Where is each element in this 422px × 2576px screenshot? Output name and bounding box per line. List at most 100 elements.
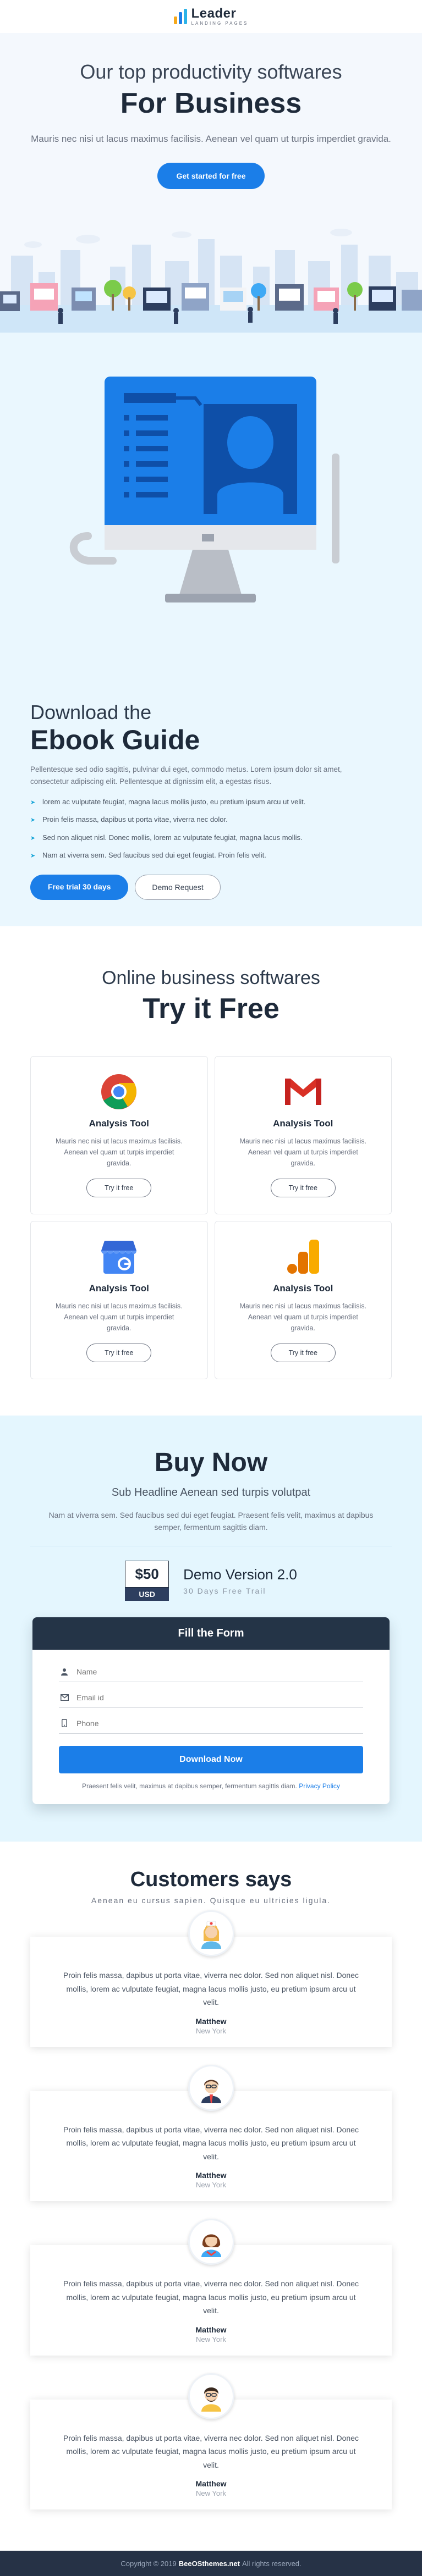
- logo-tagline: LANDING PAGES: [191, 21, 249, 26]
- testimonial-quote: Proin felis massa, dapibus ut porta vita…: [63, 2433, 359, 2469]
- email-field: [59, 1688, 363, 1708]
- buy-title: Buy Now: [154, 1448, 268, 1477]
- buy-section: Buy Now Sub Headline Aenean sed turpis v…: [0, 1416, 422, 1842]
- site-header: Leader LANDING PAGES: [0, 0, 422, 33]
- download-now-button[interactable]: Download Now: [59, 1745, 363, 1773]
- tool-card: Analysis Tool Mauris nec nisi ut lacus m…: [214, 1221, 392, 1379]
- testimonial-quote: Proin felis massa, dapibus ut porta vita…: [63, 2125, 359, 2161]
- email-input[interactable]: [76, 1693, 362, 1702]
- google-analytics-icon: [282, 1236, 324, 1278]
- tools-subtitle: Online business softwares: [102, 968, 320, 988]
- ebook-section: Download the Ebook Guide Pellentesque se…: [0, 333, 422, 926]
- tool-description: Mauris nec nisi ut lacus maximus facilis…: [239, 1137, 367, 1167]
- download-form: Fill the Form Name Email id Phone Downlo…: [32, 1617, 390, 1804]
- woman-avatar-icon: [188, 2219, 234, 2265]
- testimonial-name: Matthew: [195, 2479, 227, 2488]
- tool-card: Analysis Tool Mauris nec nisi ut lacus m…: [30, 1221, 208, 1379]
- office-man-avatar-icon: [188, 2064, 234, 2111]
- tool-title: Analysis Tool: [89, 1118, 149, 1129]
- logo-title: Leader: [191, 6, 237, 21]
- testimonial-location: New York: [196, 2489, 226, 2497]
- tool-description: Mauris nec nisi ut lacus maximus facilis…: [55, 1302, 183, 1332]
- envelope-icon: [60, 1693, 69, 1702]
- try-free-button[interactable]: Try it free: [86, 1179, 152, 1197]
- arrow-bullet-icon: ➤: [30, 852, 36, 859]
- testimonial-card: Proin felis massa, dapibus ut porta vita…: [30, 2219, 392, 2356]
- arrow-bullet-icon: ➤: [30, 834, 36, 842]
- tools-title: Try it Free: [143, 993, 279, 1025]
- form-note: Praesent felis velit, maximus at dapibus…: [82, 1782, 340, 1790]
- tool-description: Mauris nec nisi ut lacus maximus facilis…: [55, 1137, 183, 1167]
- name-input[interactable]: [76, 1667, 362, 1676]
- privacy-policy-link[interactable]: Privacy Policy: [299, 1782, 340, 1790]
- tool-title: Analysis Tool: [273, 1283, 333, 1293]
- testimonial-card: Proin felis massa, dapibus ut porta vita…: [30, 2373, 392, 2509]
- user-icon: [60, 1667, 69, 1676]
- arrow-bullet-icon: ➤: [30, 817, 36, 824]
- footer-site-link[interactable]: BeeOSthemes.net: [179, 2560, 240, 2568]
- gmail-icon: [282, 1071, 324, 1113]
- city-illustration: [0, 229, 422, 333]
- testimonials-title: Customers says: [130, 1868, 292, 1891]
- get-started-button[interactable]: Get started for free: [157, 163, 265, 190]
- form-title: Fill the Form: [32, 1617, 390, 1650]
- testimonial-name: Matthew: [195, 2016, 227, 2026]
- tool-title: Analysis Tool: [89, 1283, 149, 1293]
- price-row: $50 USD Demo Version 2.0 30 Days Free Tr…: [30, 1545, 392, 1601]
- ebook-title: Ebook Guide: [30, 725, 200, 755]
- try-free-button[interactable]: Try it free: [270, 1344, 336, 1362]
- nurse-avatar-icon: [188, 1910, 234, 1956]
- tool-description: Mauris nec nisi ut lacus maximus facilis…: [239, 1302, 367, 1332]
- plan-name: Demo Version 2.0: [183, 1566, 297, 1583]
- hero-title: For Business: [120, 87, 302, 119]
- ebook-bullet-list: ➤ lorem ac vulputate feugiat, magna lacus…: [30, 797, 392, 860]
- phone-icon: [60, 1719, 69, 1728]
- list-item: ➤ Sed non aliquet nisl. Donec mollis, lor…: [30, 833, 303, 842]
- ebook-description: Pellentesque sed odio sagittis, pulvinar…: [30, 765, 342, 786]
- google-my-business-icon: [98, 1236, 140, 1278]
- testimonial-card: Proin felis massa, dapibus ut porta vita…: [30, 2064, 392, 2201]
- tool-card: Analysis Tool Mauris nec nisi ut lacus m…: [214, 1056, 392, 1214]
- buy-subtitle: Sub Headline Aenean sed turpis volutpat: [111, 1486, 311, 1499]
- brand-logo[interactable]: Leader LANDING PAGES: [173, 6, 249, 26]
- logo-bars-icon: [173, 9, 187, 24]
- chrome-icon: [98, 1071, 140, 1113]
- testimonial-card: Proin felis massa, dapibus ut porta vita…: [30, 1910, 392, 2047]
- rights-text: All rights reserved.: [242, 2559, 302, 2568]
- testimonial-quote: Proin felis massa, dapibus ut porta vita…: [63, 1971, 359, 2006]
- monitor-illustration: [30, 371, 392, 679]
- testimonials-section: Customers says Aenean eu cursus sapien. …: [0, 1842, 422, 2551]
- man-avatar-icon: [188, 2373, 234, 2419]
- testimonials-subtitle: Aenean eu cursus sapien. Quisque eu ultr…: [91, 1896, 331, 1905]
- tool-title: Analysis Tool: [273, 1118, 333, 1129]
- try-free-button[interactable]: Try it free: [86, 1344, 152, 1362]
- testimonial-name: Matthew: [195, 2325, 227, 2334]
- testimonial-location: New York: [196, 2181, 226, 2189]
- hero-subtitle: Our top productivity softwares: [80, 60, 342, 83]
- tools-section: Online business softwares Try it Free An…: [0, 926, 422, 1416]
- tool-card: Analysis Tool Mauris nec nisi ut lacus m…: [30, 1056, 208, 1214]
- phone-field: [59, 1713, 363, 1734]
- testimonial-location: New York: [196, 2335, 226, 2343]
- demo-request-button[interactable]: Demo Request: [135, 874, 221, 900]
- plan-subtitle: 30 Days Free Trail: [183, 1586, 266, 1595]
- price-badge: $50 USD: [125, 1560, 169, 1601]
- arrow-bullet-icon: ➤: [30, 799, 36, 806]
- computer-user-profile-icon: [69, 377, 339, 602]
- testimonial-name: Matthew: [195, 2171, 227, 2180]
- hero-section: Our top productivity softwares For Busin…: [0, 33, 422, 333]
- price-currency: USD: [125, 1587, 169, 1601]
- phone-input[interactable]: [76, 1718, 362, 1728]
- testimonial-quote: Proin felis massa, dapibus ut porta vita…: [63, 2279, 359, 2315]
- price-value: $50: [125, 1560, 169, 1588]
- name-field: [59, 1662, 363, 1682]
- copyright-text: Copyright © 2019: [120, 2559, 177, 2568]
- list-item: ➤ Nam at viverra sem. Sed faucibus sed du…: [30, 850, 266, 859]
- hero-description: Mauris nec nisi ut lacus maximus facilis…: [31, 134, 391, 144]
- try-free-button[interactable]: Try it free: [270, 1179, 336, 1197]
- list-item: ➤ Proin felis massa, dapibus ut porta vit…: [30, 815, 228, 824]
- free-trial-button[interactable]: Free trial 30 days: [30, 874, 129, 900]
- site-footer: Copyright © 2019 BeeOSthemes.net All rig…: [0, 2551, 422, 2576]
- buy-description: Nam at viverra sem. Sed faucibus sed dui…: [48, 1511, 374, 1532]
- testimonial-location: New York: [196, 2026, 226, 2035]
